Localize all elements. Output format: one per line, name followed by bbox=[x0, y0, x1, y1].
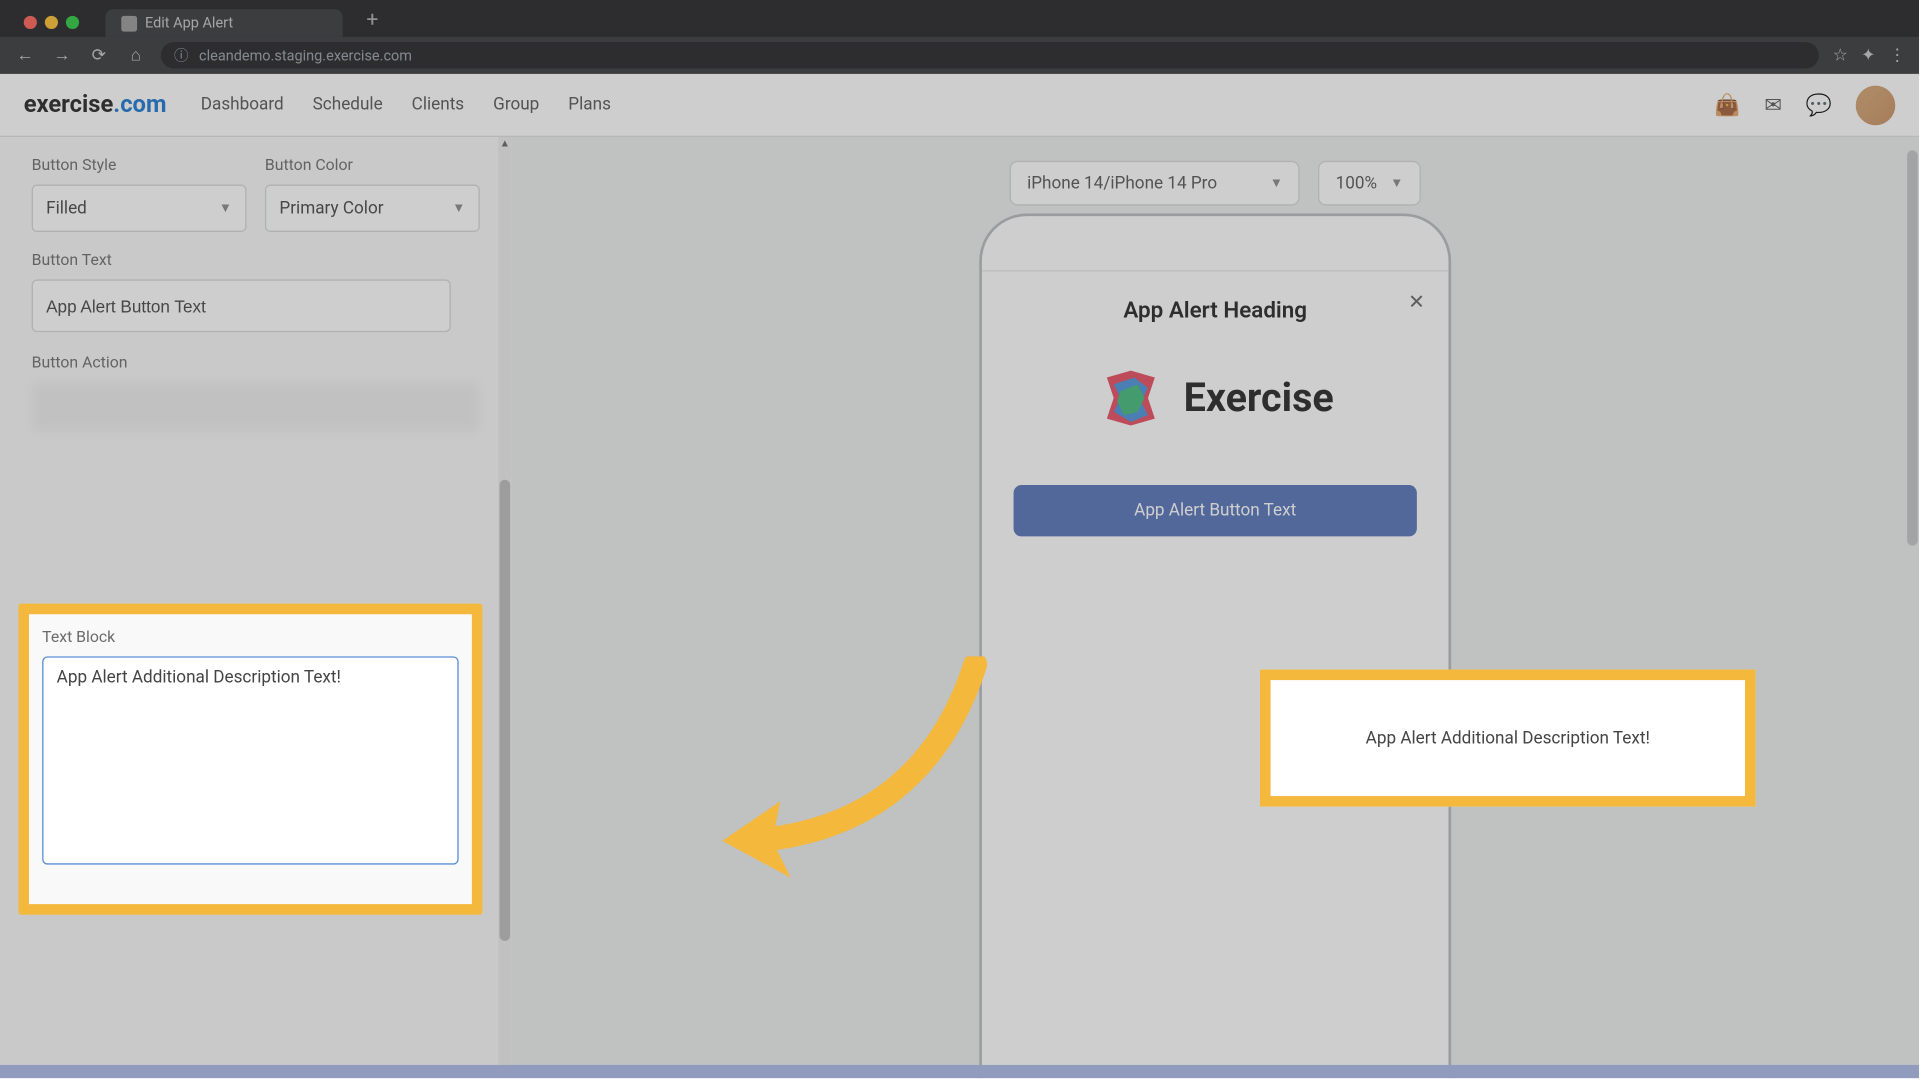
browser-tab[interactable]: Edit App Alert bbox=[105, 9, 342, 37]
site-info-icon[interactable]: ⓘ bbox=[174, 45, 188, 66]
nav-plans[interactable]: Plans bbox=[568, 95, 611, 115]
chevron-down-icon: ▼ bbox=[1270, 176, 1283, 190]
scrollbar-thumb[interactable] bbox=[500, 480, 511, 941]
logo-secondary: .com bbox=[113, 91, 166, 119]
exercise-logo-icon bbox=[1097, 364, 1166, 433]
phone-status-bar bbox=[982, 216, 1449, 271]
preview-description-highlight: App Alert Additional Description Text! bbox=[1260, 670, 1756, 807]
mail-icon[interactable]: ✉ bbox=[1764, 92, 1782, 117]
nav-dashboard[interactable]: Dashboard bbox=[201, 95, 284, 115]
alert-button[interactable]: App Alert Button Text bbox=[1014, 485, 1417, 536]
close-window-icon[interactable] bbox=[24, 16, 37, 29]
new-tab-button[interactable]: + bbox=[353, 6, 391, 31]
shop-icon[interactable]: 👜 bbox=[1714, 92, 1740, 117]
bookmark-icon[interactable]: ☆ bbox=[1833, 45, 1848, 65]
menu-icon[interactable]: ⋮ bbox=[1889, 45, 1906, 65]
url-text: cleandemo.staging.exercise.com bbox=[199, 47, 412, 64]
scroll-up-icon[interactable]: ▲ bbox=[500, 137, 511, 148]
text-block-highlight: Text Block bbox=[18, 604, 482, 915]
preview-scrollbar[interactable] bbox=[1906, 137, 1919, 1078]
avatar[interactable] bbox=[1856, 85, 1896, 125]
chat-icon[interactable]: 💬 bbox=[1806, 92, 1832, 117]
logo-primary: exercise bbox=[24, 91, 114, 119]
device-select[interactable]: iPhone 14/iPhone 14 Pro ▼ bbox=[1010, 161, 1300, 206]
extensions-icon[interactable]: ✦ bbox=[1861, 45, 1875, 65]
reload-icon[interactable]: ⟳ bbox=[87, 45, 111, 65]
chevron-down-icon: ▼ bbox=[1390, 176, 1403, 190]
preview-pane: iPhone 14/iPhone 14 Pro ▼ 100% ▼ ✕ App A… bbox=[511, 137, 1919, 1078]
scrollbar-thumb[interactable] bbox=[1907, 150, 1918, 545]
zoom-select[interactable]: 100% ▼ bbox=[1318, 161, 1420, 206]
tab-favicon-icon bbox=[121, 15, 137, 31]
logo[interactable]: exercise.com bbox=[24, 91, 167, 119]
text-block-textarea[interactable] bbox=[42, 656, 458, 864]
maximize-window-icon[interactable] bbox=[66, 16, 79, 29]
nav-group[interactable]: Group bbox=[493, 95, 539, 115]
brand-text: Exercise bbox=[1184, 375, 1334, 421]
app-header: exercise.com Dashboard Schedule Clients … bbox=[0, 74, 1919, 137]
button-style-select[interactable]: Filled ▼ bbox=[32, 185, 247, 232]
sidebar-scrollbar[interactable]: ▲ ▼ bbox=[498, 137, 511, 1078]
button-color-label: Button Color bbox=[265, 156, 480, 174]
alert-heading: App Alert Heading bbox=[1000, 298, 1430, 324]
address-bar[interactable]: ⓘ cleandemo.staging.exercise.com bbox=[161, 42, 1820, 68]
nav-clients[interactable]: Clients bbox=[412, 95, 464, 115]
button-color-select[interactable]: Primary Color ▼ bbox=[265, 185, 480, 232]
phone-preview: ✕ App Alert Heading Exercise App Alert B… bbox=[979, 214, 1451, 1079]
home-icon[interactable]: ⌂ bbox=[124, 45, 148, 66]
back-icon[interactable]: ← bbox=[13, 45, 37, 66]
minimize-window-icon[interactable] bbox=[45, 16, 58, 29]
close-icon[interactable]: ✕ bbox=[1408, 290, 1425, 314]
main-nav: Dashboard Schedule Clients Group Plans bbox=[201, 95, 611, 115]
window-controls bbox=[13, 16, 89, 37]
text-block-label: Text Block bbox=[42, 627, 458, 645]
button-action-label: Button Action bbox=[32, 353, 480, 371]
description-text: App Alert Additional Description Text! bbox=[1366, 728, 1650, 748]
button-text-label: Button Text bbox=[32, 250, 480, 268]
chevron-down-icon: ▼ bbox=[219, 201, 232, 215]
button-text-input[interactable] bbox=[32, 279, 451, 332]
button-action-blurred bbox=[32, 382, 480, 432]
button-style-label: Button Style bbox=[32, 156, 247, 174]
forward-icon[interactable]: → bbox=[50, 45, 74, 66]
tab-title: Edit App Alert bbox=[145, 14, 233, 31]
bottom-edge bbox=[0, 1065, 1919, 1078]
chevron-down-icon: ▼ bbox=[452, 201, 465, 215]
nav-schedule[interactable]: Schedule bbox=[313, 95, 383, 115]
browser-chrome: Edit App Alert + ← → ⟳ ⌂ ⓘ cleandemo.sta… bbox=[0, 0, 1919, 74]
